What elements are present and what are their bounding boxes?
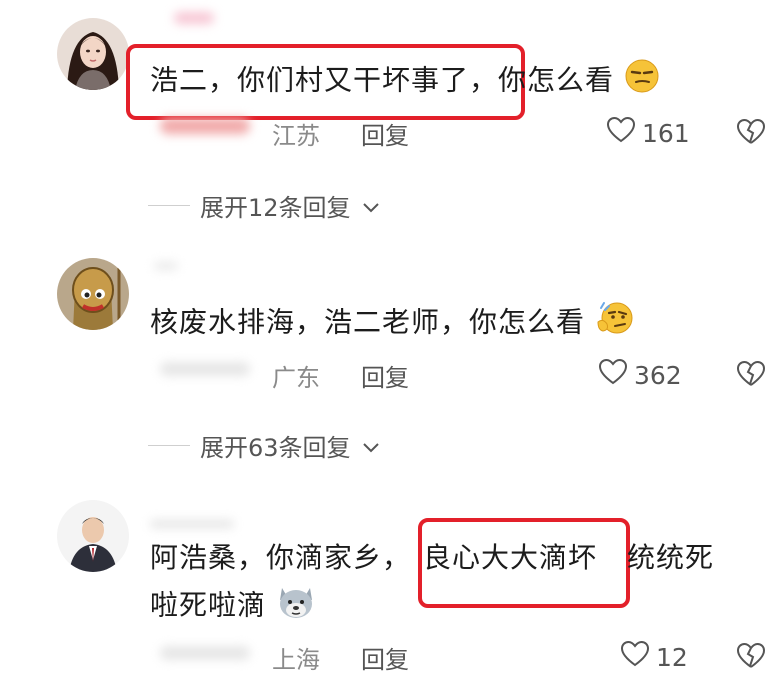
doge-emoji-icon (276, 582, 316, 631)
reply-button[interactable]: 回复 (361, 358, 409, 393)
comment-text-before: 阿浩桑，你滴家乡， (150, 541, 412, 574)
comment-text-line2: 啦死啦滴 (150, 582, 316, 631)
comment-text-highlighted: 浩二，你们村又干坏事了， (150, 63, 499, 97)
dislike-button[interactable] (736, 360, 766, 392)
expand-replies-button[interactable]: 展开63条回复 (148, 428, 381, 463)
divider-line (148, 445, 190, 446)
like-button[interactable]: 12 (620, 640, 688, 674)
comment-location: 广东 (272, 364, 320, 392)
like-button[interactable]: 161 (606, 116, 690, 150)
divider-line (148, 205, 190, 206)
blurred-timestamp (160, 646, 250, 660)
blurred-username (174, 12, 214, 24)
heart-icon (620, 640, 650, 674)
smirk-emoji-icon (624, 58, 660, 105)
comment-text-highlighted: 良心大大滴坏 (423, 541, 598, 574)
comment-text: 核废水排海，浩二老师，你怎么看 (150, 300, 635, 347)
heart-icon (606, 116, 636, 150)
comment-location: 上海 (272, 646, 320, 674)
blurred-timestamp (160, 362, 250, 376)
broken-heart-icon (736, 642, 766, 668)
dislike-button[interactable] (736, 642, 766, 674)
comment-text-rest: 你怎么看 (498, 63, 615, 97)
like-count: 362 (634, 360, 682, 390)
heart-icon (598, 358, 628, 392)
reply-button[interactable]: 回复 (361, 116, 409, 151)
user-avatar[interactable] (57, 500, 129, 572)
expand-label: 展开12条回复 (200, 194, 351, 222)
blurred-username (150, 520, 234, 528)
dislike-button[interactable] (736, 118, 766, 150)
like-count: 161 (642, 118, 690, 148)
expand-label: 展开63条回复 (200, 434, 351, 462)
comment-text: 浩二，你们村又干坏事了，你怎么看 (150, 58, 660, 105)
blurred-username (154, 262, 178, 270)
user-avatar[interactable] (57, 258, 129, 330)
chevron-down-icon (361, 192, 381, 220)
broken-heart-icon (736, 360, 766, 386)
blurred-timestamp (160, 118, 250, 134)
broken-heart-icon (736, 118, 766, 144)
like-count: 12 (656, 642, 688, 672)
chevron-down-icon (361, 432, 381, 460)
reply-button[interactable]: 回复 (361, 640, 409, 675)
thinking-emoji-icon (595, 300, 635, 347)
comment-text: 阿浩桑，你滴家乡， 良心大大滴坏 统统死 (150, 538, 714, 578)
expand-replies-button[interactable]: 展开12条回复 (148, 188, 381, 223)
comment-text-after: 统统死 (627, 541, 715, 574)
comment-location: 江苏 (272, 122, 320, 150)
like-button[interactable]: 362 (598, 358, 682, 392)
user-avatar[interactable] (57, 18, 129, 90)
